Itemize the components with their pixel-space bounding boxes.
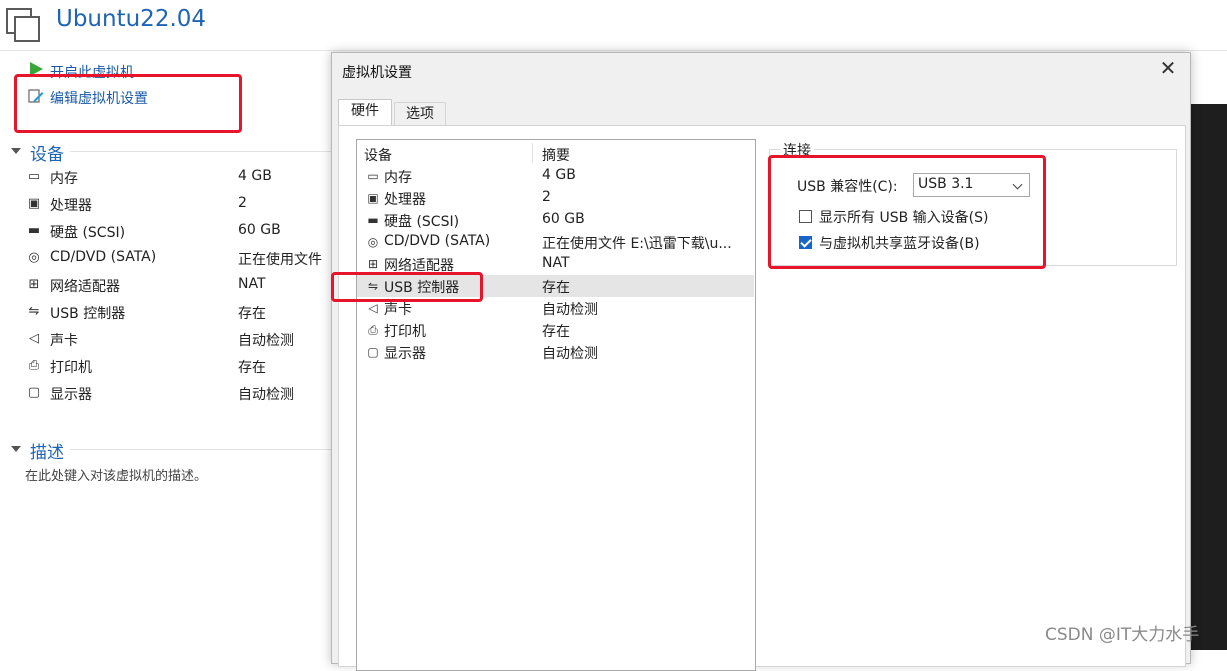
devices-section-title: 设备 [30,145,64,165]
device-row[interactable]: ▭ 内存 4 GB [357,165,754,187]
tab-hardware[interactable]: 硬件 [338,99,392,125]
highlight-connection [768,155,1046,269]
device-name: 网络适配器 [50,279,120,295]
device-row[interactable]: ▢ 显示器 自动检测 [357,341,754,363]
description-placeholder[interactable]: 在此处键入对该虚拟机的描述。 [25,465,207,484]
collapse-description-icon[interactable] [11,446,21,452]
column-header-summary[interactable]: 摘要 [542,145,570,165]
device-row-name: 硬盘 (SCSI) [384,214,460,230]
device-value: 自动检测 [238,387,294,403]
vm-settings-dialog: 虚拟机设置 ✕ 硬件 选项 设备 摘要 ▭ 内存 4 GB ▣ 处理器 2 ▬ 硬盘 (SCS… [331,52,1191,671]
device-name: 硬盘 (SCSI) [50,225,126,241]
device-row-name: 声卡 [384,302,412,318]
device-row-name: 处理器 [384,192,426,208]
device-name: CD/DVD (SATA) [50,249,157,265]
column-separator[interactable] [532,143,533,163]
device-row-summary: 存在 [542,324,570,340]
device-row-name: 打印机 [384,324,426,340]
devices-divider [70,151,332,152]
dialog-title: 虚拟机设置 [342,65,412,81]
device-row-summary: 2 [542,189,551,205]
processor-icon: ▣ [367,191,379,205]
device-name: 打印机 [50,360,92,376]
device-row-name: CD/DVD (SATA) [384,233,491,249]
device-row-summary: 60 GB [542,211,585,227]
vm-title: Ubuntu22.04 [56,6,207,32]
device-row-name: 显示器 [384,346,426,362]
column-header-device[interactable]: 设备 [364,145,392,165]
header-divider [0,50,1227,51]
highlight-edit-settings [14,74,242,133]
background-window [1189,104,1227,650]
hardware-panel: 设备 摘要 ▭ 内存 4 GB ▣ 处理器 2 ▬ 硬盘 (SCSI) 60 GB ◎ CD/DVD… [338,125,1186,671]
cd-icon: ◎ [367,235,379,249]
network-icon: ⊞ [367,257,379,271]
highlight-usb-row [331,272,483,302]
device-name: 声卡 [50,333,78,349]
device-name: 内存 [50,171,78,187]
printer-icon: ⎙ [368,323,378,337]
description-section-title: 描述 [30,443,64,463]
processor-icon: ▣ [27,196,41,211]
device-row-summary: 自动检测 [542,346,598,362]
device-value: 存在 [238,306,266,322]
memory-icon: ▭ [27,169,41,184]
device-value: NAT [238,276,266,292]
device-row[interactable]: ▣ 处理器 2 [357,187,754,209]
device-row-summary: 自动检测 [542,302,598,318]
sound-icon: ◁ [368,301,378,315]
disk-icon: ▬ [367,213,379,227]
collapse-devices-icon[interactable] [11,148,21,154]
device-row[interactable]: ◎ CD/DVD (SATA) 正在使用文件 E:\迅雷下载\u... [357,231,754,253]
usb-icon: ⇋ [28,304,40,319]
memory-icon: ▭ [367,169,379,183]
device-value: 存在 [238,360,266,376]
sound-icon: ◁ [29,331,39,346]
disk-icon: ▬ [27,223,41,238]
device-value: 正在使用文件 [238,252,322,268]
device-row-name: 内存 [384,170,412,186]
device-row[interactable]: ⎙ 打印机 存在 [357,319,754,341]
description-divider [70,449,332,450]
device-row-summary: 4 GB [542,167,576,183]
device-row[interactable]: ▬ 硬盘 (SCSI) 60 GB [357,209,754,231]
device-name: 显示器 [50,387,92,403]
device-list[interactable]: 设备 摘要 ▭ 内存 4 GB ▣ 处理器 2 ▬ 硬盘 (SCSI) 60 GB ◎ CD/DVD… [356,139,756,671]
device-name: 处理器 [50,198,92,214]
close-icon[interactable]: ✕ [1157,57,1179,79]
device-value: 4 GB [238,168,272,184]
cd-icon: ◎ [28,250,40,265]
device-name: USB 控制器 [50,306,126,322]
device-value: 自动检测 [238,333,294,349]
device-row-summary: NAT [542,255,570,271]
display-icon: ▢ [367,345,379,359]
printer-icon: ⎙ [28,358,40,373]
device-row-summary: 存在 [542,280,570,296]
display-icon: ▢ [27,385,41,400]
device-row-summary: 正在使用文件 E:\迅雷下载\u... [542,236,732,252]
tab-options[interactable]: 选项 [394,102,446,125]
vm-icon [6,8,40,42]
watermark: CSDN @IT大力水手 [1045,625,1200,645]
device-value: 2 [238,195,247,211]
device-value: 60 GB [238,222,281,238]
network-icon: ⊞ [28,277,40,292]
